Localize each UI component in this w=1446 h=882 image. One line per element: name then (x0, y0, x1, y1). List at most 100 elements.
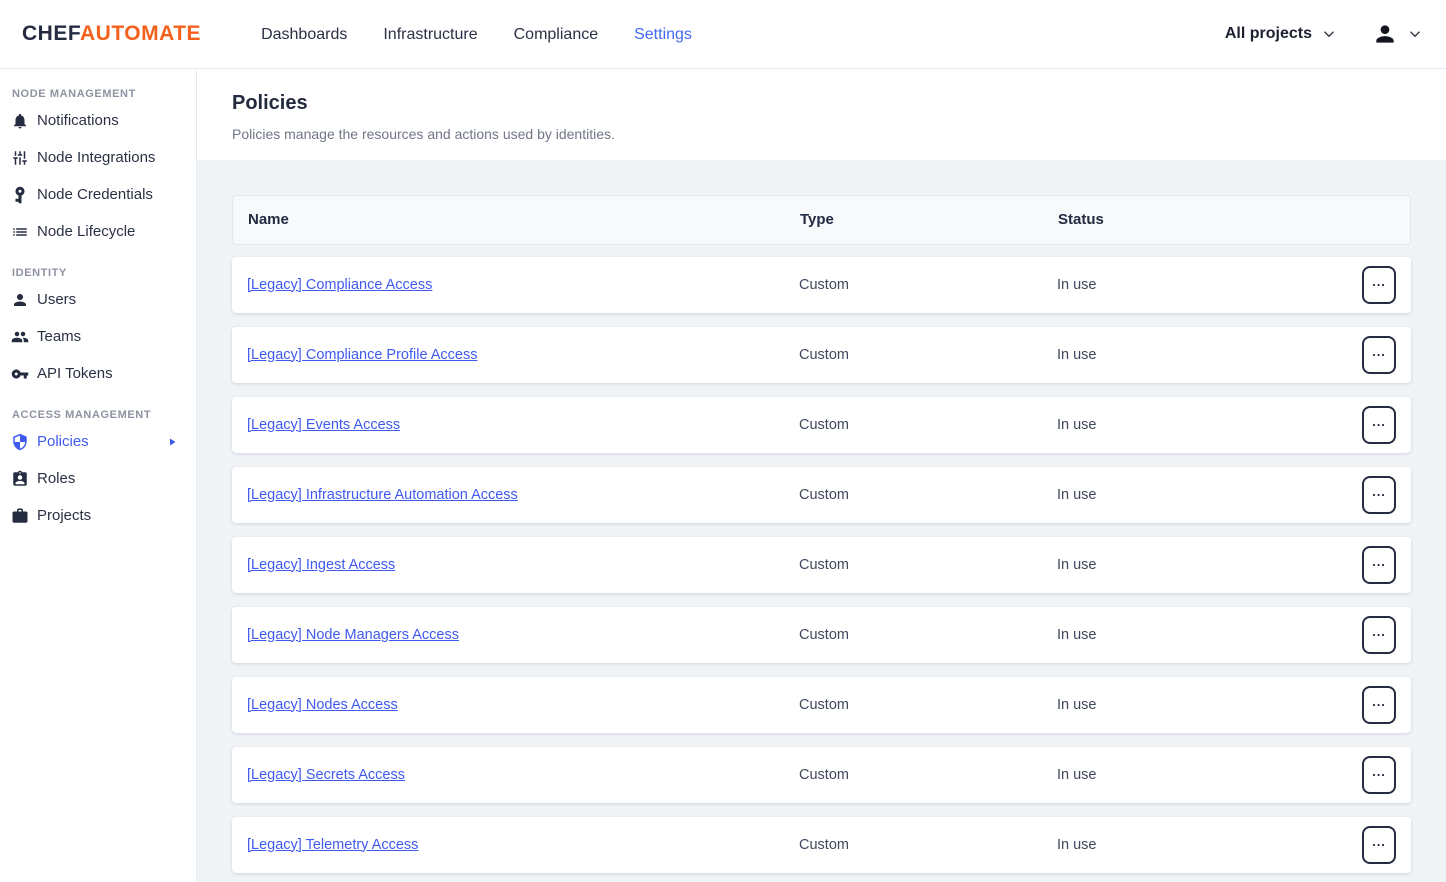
sidebar-section-title: NODE MANAGEMENT (12, 88, 196, 100)
sidebar-item-label: Node Credentials (37, 186, 153, 203)
sidebar-item-notifications[interactable]: Notifications (0, 102, 196, 139)
sidebar-item-label: Node Lifecycle (37, 223, 135, 240)
sidebar-section-identity: IDENTITY Users Teams API Tokens (0, 267, 196, 392)
row-actions-menu-button[interactable]: ... (1362, 266, 1396, 304)
table-row: [Legacy] Infrastructure Automation Acces… (232, 467, 1411, 523)
table-row: [Legacy] Ingest Access Custom In use ... (232, 537, 1411, 593)
policy-link[interactable]: [Legacy] Nodes Access (247, 697, 398, 713)
policy-type: Custom (799, 837, 1057, 853)
table-header-row: Name Type Status (232, 195, 1411, 245)
shield-icon (11, 433, 29, 451)
table-row: [Legacy] Compliance Access Custom In use… (232, 257, 1411, 313)
sidebar-item-node-credentials[interactable]: Node Credentials (0, 176, 196, 213)
projects-filter-label: All projects (1225, 25, 1312, 43)
policy-link[interactable]: [Legacy] Node Managers Access (247, 627, 459, 643)
user-avatar-icon (1372, 21, 1398, 47)
policy-link[interactable]: [Legacy] Compliance Access (247, 277, 432, 293)
policy-link[interactable]: [Legacy] Infrastructure Automation Acces… (247, 487, 518, 503)
policy-link[interactable]: [Legacy] Events Access (247, 417, 400, 433)
policy-status: In use (1057, 627, 1362, 643)
sidebar-item-label: Projects (37, 507, 91, 524)
sidebar-item-roles[interactable]: Roles (0, 460, 196, 497)
chef-automate-logo[interactable]: CHEFAUTOMATE (22, 22, 201, 46)
column-header-status: Status (1058, 211, 1410, 228)
logo-automate-text: AUTOMATE (80, 22, 201, 45)
sidebar-item-teams[interactable]: Teams (0, 318, 196, 355)
policy-link[interactable]: [Legacy] Secrets Access (247, 767, 405, 783)
sidebar-item-policies[interactable]: Policies (0, 423, 196, 460)
sidebar-item-label: Roles (37, 470, 75, 487)
policy-status: In use (1057, 557, 1362, 573)
row-actions-menu-button[interactable]: ... (1362, 336, 1396, 374)
settings-sidebar: NODE MANAGEMENT Notifications Node Integ… (0, 69, 197, 882)
sidebar-item-label: Users (37, 291, 76, 308)
column-header-name: Name (248, 211, 800, 228)
policy-status: In use (1057, 487, 1362, 503)
policy-type: Custom (799, 417, 1057, 433)
list-icon (11, 223, 29, 241)
row-actions-menu-button[interactable]: ... (1362, 826, 1396, 864)
user-menu-dropdown[interactable] (1372, 21, 1424, 47)
row-actions-menu-button[interactable]: ... (1362, 616, 1396, 654)
policy-type: Custom (799, 557, 1057, 573)
sidebar-item-api-tokens[interactable]: API Tokens (0, 355, 196, 392)
policy-type: Custom (799, 487, 1057, 503)
policies-table: Name Type Status [Legacy] Compliance Acc… (232, 195, 1411, 873)
policy-type: Custom (799, 277, 1057, 293)
top-navigation-bar: CHEFAUTOMATE Dashboards Infrastructure C… (0, 0, 1446, 69)
sidebar-item-users[interactable]: Users (0, 281, 196, 318)
briefcase-icon (11, 507, 29, 525)
person-icon (11, 291, 29, 309)
policy-type: Custom (799, 697, 1057, 713)
policy-type: Custom (799, 627, 1057, 643)
chevron-down-icon (1320, 25, 1338, 43)
table-row: [Legacy] Compliance Profile Access Custo… (232, 327, 1411, 383)
page-title: Policies (232, 90, 1411, 116)
policy-status: In use (1057, 767, 1362, 783)
policy-type: Custom (799, 767, 1057, 783)
sidebar-section-node-management: NODE MANAGEMENT Notifications Node Integ… (0, 88, 196, 250)
key-icon (11, 365, 29, 383)
sidebar-item-label: Notifications (37, 112, 119, 129)
sidebar-item-label: Policies (37, 433, 89, 450)
table-row: [Legacy] Nodes Access Custom In use ... (232, 677, 1411, 733)
column-header-type: Type (800, 211, 1058, 228)
row-actions-menu-button[interactable]: ... (1362, 756, 1396, 794)
sidebar-item-label: API Tokens (37, 365, 113, 382)
badge-icon (11, 470, 29, 488)
sidebar-item-node-lifecycle[interactable]: Node Lifecycle (0, 213, 196, 250)
group-icon (11, 328, 29, 346)
main-content: Policies Policies manage the resources a… (197, 69, 1446, 882)
policies-content-area: Name Type Status [Legacy] Compliance Acc… (197, 160, 1446, 882)
policy-type: Custom (799, 347, 1057, 363)
sidebar-section-title: ACCESS MANAGEMENT (12, 409, 196, 421)
row-actions-menu-button[interactable]: ... (1362, 546, 1396, 584)
row-actions-menu-button[interactable]: ... (1362, 686, 1396, 724)
row-actions-menu-button[interactable]: ... (1362, 406, 1396, 444)
table-row: [Legacy] Telemetry Access Custom In use … (232, 817, 1411, 873)
page-header: Policies Policies manage the resources a… (197, 69, 1446, 160)
policy-status: In use (1057, 697, 1362, 713)
sliders-icon (11, 149, 29, 167)
nav-item-dashboards[interactable]: Dashboards (243, 0, 365, 69)
chevron-down-icon (1406, 25, 1424, 43)
policy-status: In use (1057, 417, 1362, 433)
policy-link[interactable]: [Legacy] Telemetry Access (247, 837, 418, 853)
sidebar-item-node-integrations[interactable]: Node Integrations (0, 139, 196, 176)
nav-item-settings[interactable]: Settings (616, 0, 710, 69)
sidebar-item-projects[interactable]: Projects (0, 497, 196, 534)
topbar-right: All projects (1225, 21, 1424, 47)
table-row: [Legacy] Secrets Access Custom In use ..… (232, 747, 1411, 803)
main-nav: Dashboards Infrastructure Compliance Set… (243, 0, 710, 69)
policy-link[interactable]: [Legacy] Ingest Access (247, 557, 395, 573)
nav-item-infrastructure[interactable]: Infrastructure (365, 0, 495, 69)
policy-link[interactable]: [Legacy] Compliance Profile Access (247, 347, 478, 363)
projects-filter-dropdown[interactable]: All projects (1225, 25, 1338, 43)
row-actions-menu-button[interactable]: ... (1362, 476, 1396, 514)
expand-right-arrow-icon[interactable] (166, 436, 178, 448)
logo-chef-text: CHEF (22, 22, 80, 45)
sidebar-section-title: IDENTITY (12, 267, 196, 279)
nav-item-compliance[interactable]: Compliance (496, 0, 616, 69)
table-row: [Legacy] Node Managers Access Custom In … (232, 607, 1411, 663)
bell-icon (11, 112, 29, 130)
